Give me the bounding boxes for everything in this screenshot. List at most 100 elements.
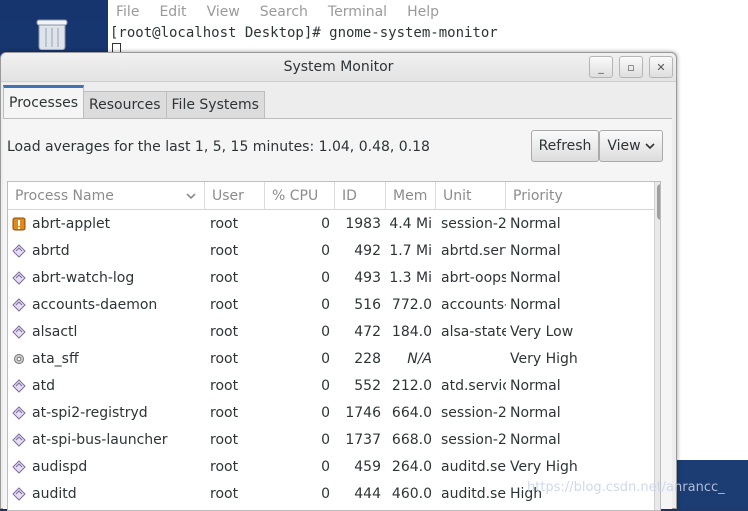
process-name: accounts-daemon bbox=[32, 296, 158, 313]
menu-terminal[interactable]: Terminal bbox=[328, 4, 387, 20]
cell-unit: abrt-oops bbox=[441, 269, 506, 286]
refresh-button[interactable]: Refresh bbox=[531, 130, 599, 162]
cell-cpu: 0 bbox=[321, 431, 330, 448]
cell-mem: 184.0 bbox=[391, 323, 432, 340]
cell-user: root bbox=[210, 485, 239, 502]
table-row[interactable]: abrtd root 0 492 1.7 Mi abrtd.serv Normal bbox=[8, 237, 660, 264]
column-user[interactable]: User bbox=[205, 182, 265, 209]
menu-file[interactable]: File bbox=[116, 4, 139, 20]
column-mem[interactable]: Mem bbox=[386, 182, 436, 209]
menu-help[interactable]: Help bbox=[407, 4, 439, 20]
table-row[interactable]: accounts-daemon root 0 516 772.0 accounts- Nor… bbox=[8, 291, 660, 318]
cell-priority: Normal bbox=[510, 296, 561, 313]
cell-id: 444 bbox=[354, 485, 381, 502]
cell-mem: 1.3 Mi bbox=[389, 269, 432, 286]
cell-user: root bbox=[210, 377, 239, 394]
table-header: Process Name User % CPU ID Mem Unit Prio… bbox=[8, 182, 660, 210]
system-monitor-window: System Monitor _ ▫ ✕ Processes Resources… bbox=[0, 52, 677, 511]
process-name: auditd bbox=[32, 485, 77, 502]
table-row[interactable]: alsactl root 0 472 184.0 alsa-state Very Low bbox=[8, 318, 660, 345]
cell-mem: 212.0 bbox=[391, 377, 432, 394]
cell-process-name: abrt-watch-log bbox=[8, 264, 205, 291]
menu-view[interactable]: View bbox=[207, 4, 240, 20]
close-icon: ✕ bbox=[656, 60, 666, 74]
cell-user: root bbox=[210, 458, 239, 475]
cell-unit: session-2 bbox=[441, 431, 506, 448]
cell-priority: Normal bbox=[510, 377, 561, 394]
menu-edit[interactable]: Edit bbox=[159, 4, 186, 20]
diamond-icon bbox=[12, 378, 26, 393]
table-row[interactable]: ata_sff root 0 228 N/A Very High bbox=[8, 345, 660, 372]
cell-process-name: at-spi-bus-launcher bbox=[8, 426, 205, 453]
diamond-icon bbox=[12, 405, 26, 420]
column-unit[interactable]: Unit bbox=[436, 182, 506, 209]
maximize-button[interactable]: ▫ bbox=[619, 56, 643, 78]
cell-process-name: audispd bbox=[8, 453, 205, 480]
cell-unit: session-2 bbox=[441, 215, 506, 232]
cell-process-name: abrtd bbox=[8, 237, 205, 264]
cell-process-name: at-spi2-registryd bbox=[8, 399, 205, 426]
cell-cpu: 0 bbox=[321, 485, 330, 502]
column-priority[interactable]: Priority bbox=[506, 182, 636, 209]
cell-unit: accounts- bbox=[441, 296, 506, 313]
cell-cpu: 0 bbox=[321, 404, 330, 421]
cell-cpu: 0 bbox=[321, 215, 330, 232]
cell-user: root bbox=[210, 296, 239, 313]
cell-user: root bbox=[210, 215, 239, 232]
close-button[interactable]: ✕ bbox=[649, 56, 673, 78]
scrollbar-thumb[interactable] bbox=[657, 184, 660, 220]
tab-file-systems[interactable]: File Systems bbox=[165, 91, 265, 118]
column-process-name[interactable]: Process Name bbox=[8, 182, 205, 209]
cell-unit bbox=[436, 345, 506, 372]
cell-priority: Very High bbox=[510, 458, 578, 475]
cell-process-name: auditd bbox=[8, 480, 205, 507]
maximize-icon: ▫ bbox=[627, 60, 635, 74]
column-cpu[interactable]: % CPU bbox=[265, 182, 335, 209]
cell-mem: 668.0 bbox=[391, 431, 432, 448]
cell-cpu: 0 bbox=[321, 296, 330, 313]
process-name: abrtd bbox=[32, 242, 70, 259]
view-button[interactable]: View bbox=[599, 130, 663, 162]
diamond-icon bbox=[12, 324, 26, 339]
cell-id: 1737 bbox=[345, 431, 381, 448]
trash-icon[interactable] bbox=[33, 18, 71, 50]
table-row[interactable]: audispd root 0 459 264.0 auditd.ser Very High bbox=[8, 453, 660, 480]
window-title: System Monitor bbox=[283, 59, 394, 75]
diamond-icon bbox=[12, 459, 26, 474]
diamond-icon bbox=[12, 486, 26, 501]
cell-cpu: 0 bbox=[321, 350, 330, 367]
cell-id: 493 bbox=[354, 269, 381, 286]
gear-icon bbox=[12, 352, 26, 366]
vertical-scrollbar[interactable] bbox=[654, 182, 660, 510]
minimize-button[interactable]: _ bbox=[589, 56, 613, 78]
diamond-icon bbox=[12, 270, 26, 285]
cell-id: 552 bbox=[354, 377, 381, 394]
tab-resources[interactable]: Resources bbox=[83, 91, 167, 118]
minimize-icon: _ bbox=[598, 60, 604, 74]
process-name: at-spi2-registryd bbox=[32, 404, 148, 421]
column-id[interactable]: ID bbox=[335, 182, 386, 209]
table-row[interactable]: at-spi-bus-launcher root 0 1737 668.0 session… bbox=[8, 426, 660, 453]
sort-chevron-icon bbox=[186, 192, 196, 199]
cell-unit: auditd.ser bbox=[441, 485, 506, 502]
table-row[interactable]: at-spi2-registryd root 0 1746 664.0 session-2… bbox=[8, 399, 660, 426]
cell-user: root bbox=[210, 431, 239, 448]
cell-process-name: abrt-applet bbox=[8, 210, 205, 237]
table-row[interactable]: abrt-applet root 0 1983 4.4 Mi session-2 Norma… bbox=[8, 210, 660, 237]
table-row[interactable]: atd root 0 552 212.0 atd.servic Normal bbox=[8, 372, 660, 399]
cell-cpu: 0 bbox=[321, 242, 330, 259]
watermark-text: https://blog.csdn.net/anrancc_ bbox=[527, 480, 725, 495]
cell-process-name: accounts-daemon bbox=[8, 291, 205, 318]
window-titlebar[interactable]: System Monitor _ ▫ ✕ bbox=[1, 53, 676, 82]
cell-priority: Normal bbox=[510, 431, 561, 448]
cell-priority: Normal bbox=[510, 404, 561, 421]
cell-priority: Normal bbox=[510, 242, 561, 259]
cell-process-name: atd bbox=[8, 372, 205, 399]
cell-mem: 1.7 Mi bbox=[389, 242, 432, 259]
tab-processes[interactable]: Processes bbox=[3, 85, 85, 118]
table-body: abrt-applet root 0 1983 4.4 Mi session-2 Norma… bbox=[8, 210, 660, 507]
menu-search[interactable]: Search bbox=[260, 4, 308, 20]
cell-cpu: 0 bbox=[321, 323, 330, 340]
process-name: at-spi-bus-launcher bbox=[32, 431, 168, 448]
table-row[interactable]: abrt-watch-log root 0 493 1.3 Mi abrt-oops Nor… bbox=[8, 264, 660, 291]
